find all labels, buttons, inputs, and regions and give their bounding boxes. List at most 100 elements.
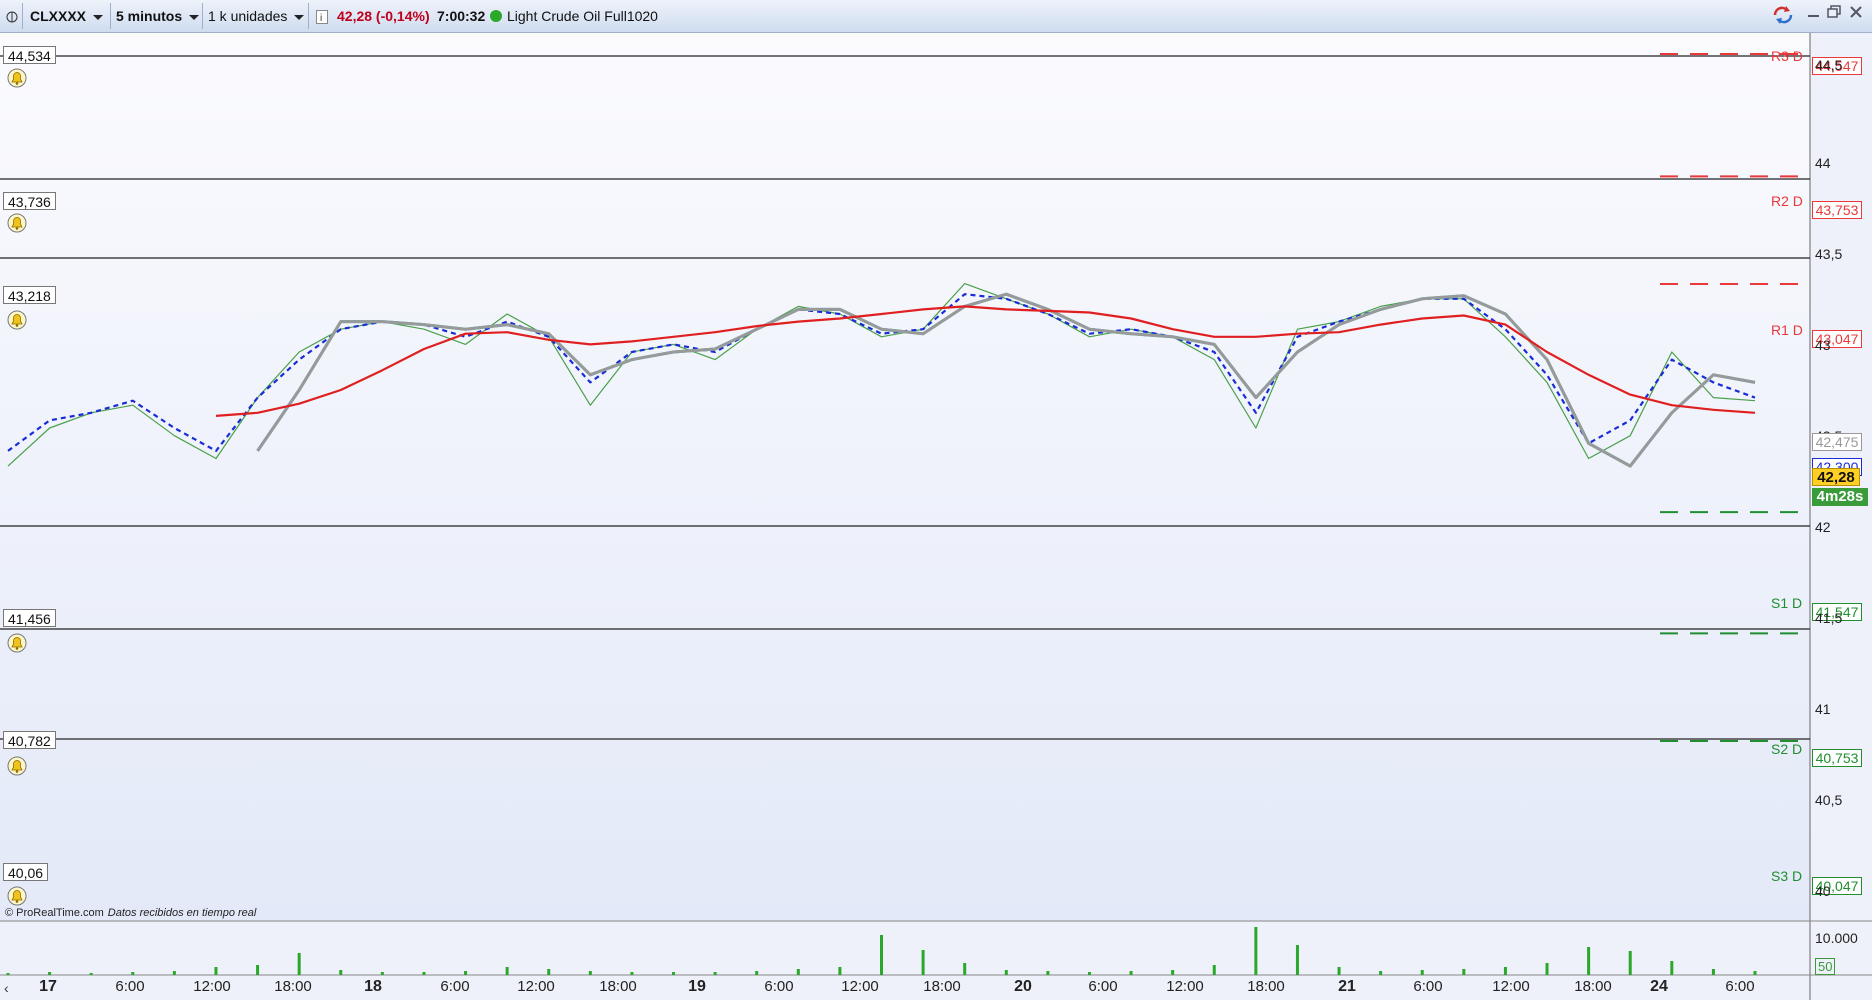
pivot-name-s1: S1 D: [1771, 595, 1803, 611]
x-tick-label: 18: [364, 978, 382, 995]
symbol-selector[interactable]: CLXXXX: [30, 0, 104, 32]
volume-bar: [172, 971, 176, 975]
close-icon[interactable]: [1846, 5, 1866, 25]
volume-bar: [339, 970, 343, 975]
level-label[interactable]: 40,782: [3, 731, 56, 749]
alert-bell-icon[interactable]: [7, 310, 27, 330]
x-tick-label: 19: [688, 978, 706, 995]
level-label[interactable]: 43,736: [3, 192, 56, 210]
alert-bell-icon[interactable]: [7, 213, 27, 233]
volume-bar: [297, 953, 301, 975]
volume-bar: [1254, 927, 1258, 975]
volume-bar: [838, 967, 842, 975]
volume-bar: [214, 967, 218, 975]
x-tick-label: 18:00: [274, 978, 312, 995]
alert-bell-icon[interactable]: [7, 756, 27, 776]
volume-bar: [1587, 947, 1591, 975]
volume-bar: [48, 972, 52, 975]
volume-bar: [1462, 969, 1466, 975]
bar-countdown-badge: 4m28s: [1812, 488, 1868, 506]
y-tick: 41,5: [1815, 610, 1843, 626]
y-tick: 41: [1815, 701, 1831, 717]
level-label[interactable]: 44,534: [3, 46, 56, 64]
pivot-name-r2: R2 D: [1771, 193, 1803, 209]
volume-bar: [505, 967, 509, 975]
instrument-name: Light Crude Oil Full1020: [490, 0, 658, 32]
y-tick: 43,5: [1815, 246, 1843, 262]
alert-bell-icon[interactable]: [7, 68, 27, 88]
scroll-left-icon[interactable]: ‹: [4, 980, 9, 996]
volume-bar: [1711, 969, 1715, 975]
volume-bar: [1212, 965, 1216, 975]
y-tick: 43: [1815, 337, 1831, 353]
y-tick: 42: [1815, 519, 1831, 535]
pivot-name-s2: S2 D: [1771, 741, 1803, 757]
volume-bars: [6, 927, 1757, 975]
volume-bar: [1337, 967, 1341, 975]
volume-bar: [672, 972, 676, 975]
volume-bar: [1129, 971, 1133, 975]
volume-bar: [422, 972, 426, 975]
x-tick-label: 18:00: [1574, 978, 1612, 995]
volume-bar: [6, 973, 10, 975]
last-price-badge: 42,28: [1812, 468, 1860, 486]
volume-bar: [380, 972, 384, 975]
x-tick-label: 6:00: [764, 978, 794, 995]
level-label[interactable]: 40,06: [3, 863, 49, 881]
restore-icon[interactable]: [1824, 5, 1844, 25]
level-label[interactable]: 43,218: [3, 286, 56, 304]
x-tick-label: 17: [39, 978, 57, 995]
sync-icon[interactable]: [1772, 5, 1793, 25]
level-label[interactable]: 41,456: [3, 609, 56, 627]
volume-bar: [1379, 971, 1383, 975]
volume-bar: [1753, 971, 1757, 975]
svg-text:i: i: [320, 13, 322, 24]
grid-icon[interactable]: [6, 0, 18, 32]
quote-time: 7:00:32: [437, 8, 486, 24]
volume-tick: 50: [1815, 958, 1836, 975]
x-tick-label: 12:00: [1492, 978, 1530, 995]
volume-bar: [755, 971, 759, 975]
volume-bar: [1670, 961, 1674, 975]
pivot-name-r1: R1 D: [1771, 322, 1803, 338]
y-tick: 40: [1815, 883, 1831, 899]
x-tick-label: 24: [1650, 978, 1668, 995]
alert-bell-icon[interactable]: [7, 886, 27, 906]
price-chart[interactable]: [0, 33, 1872, 1000]
price-change: 42,28 (-0,14%): [337, 8, 430, 24]
x-tick-label: 20: [1014, 978, 1032, 995]
timeframe-selector[interactable]: 5 minutos: [116, 0, 200, 32]
volume-bar: [1420, 970, 1424, 975]
minimize-icon[interactable]: [1804, 5, 1824, 25]
volume-tick: 10.000: [1815, 930, 1858, 946]
y-tick: 44,5: [1815, 57, 1843, 73]
volume-bar: [547, 969, 551, 975]
y-tick: 44: [1815, 155, 1831, 171]
volume-bar: [796, 969, 800, 975]
y-tick: 40,5: [1815, 792, 1843, 808]
x-tick-label: 6:00: [1088, 978, 1118, 995]
volume-bar: [588, 971, 592, 975]
volume-bar: [1503, 967, 1507, 975]
x-tick-label: 18:00: [923, 978, 961, 995]
status-dot-icon: [490, 10, 502, 22]
x-tick-label: 6:00: [1413, 978, 1443, 995]
x-tick-label: 12:00: [193, 978, 231, 995]
x-tick-label: 12:00: [841, 978, 879, 995]
units-selector[interactable]: 1 k unidades: [208, 0, 305, 32]
alert-bell-icon[interactable]: [7, 633, 27, 653]
volume-bar: [89, 973, 93, 975]
volume-bar: [1295, 945, 1299, 975]
volume-bar: [464, 971, 468, 975]
chart-toolbar: CLXXXX 5 minutos 1 k unidades i 42,28 (-…: [0, 0, 1872, 33]
chevron-down-icon: [93, 14, 104, 20]
x-tick-label: 12:00: [1166, 978, 1204, 995]
info-icon[interactable]: i: [316, 0, 328, 32]
pivot-value-r2: 43,753: [1812, 201, 1862, 219]
volume-bar: [713, 972, 717, 975]
x-tick-label: 6:00: [115, 978, 145, 995]
x-tick-label: 18:00: [599, 978, 637, 995]
volume-bar: [921, 950, 925, 975]
x-tick-label: 6:00: [1725, 978, 1755, 995]
chevron-down-icon: [189, 14, 200, 20]
